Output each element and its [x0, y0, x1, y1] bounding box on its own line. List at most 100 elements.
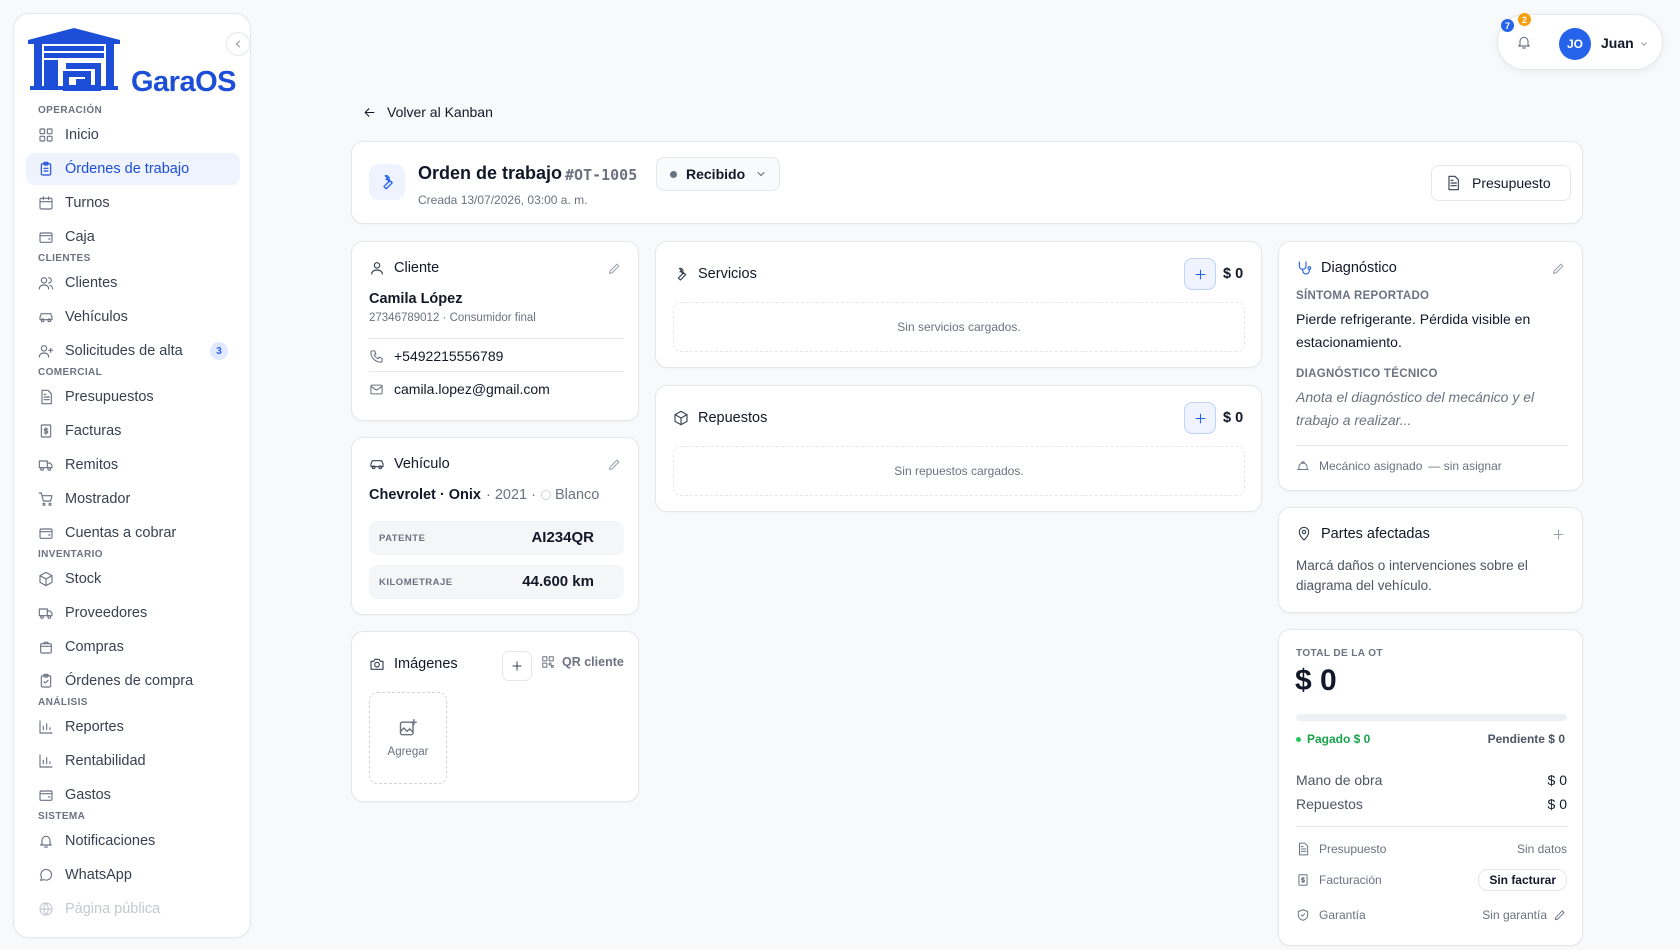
pencil-icon[interactable] [1553, 908, 1567, 922]
services-card-title: Servicios [673, 266, 757, 282]
sidebar-item-label: Proveedores [65, 605, 148, 621]
divider [1296, 826, 1567, 827]
sidebar-item-mostrador[interactable]: Mostrador [26, 483, 240, 515]
sidebar-item-label: Órdenes de compra [65, 673, 194, 689]
garaos-logo[interactable]: GaraOS [26, 26, 241, 98]
plus-icon [1195, 269, 1205, 279]
sidebar-item-ordenes-de-trabajo[interactable]: Órdenes de trabajo [26, 153, 240, 185]
plus-icon [512, 661, 522, 671]
plate-field: PATENTE AI234QR [369, 521, 624, 555]
tech-diagnosis-label: DIAGNÓSTICO TÉCNICO [1296, 368, 1438, 380]
add-image-label: Agregar [387, 746, 429, 758]
sidebar-item-solicitudes-de-alta[interactable]: Solicitudes de alta 3 [26, 335, 240, 367]
vehicle-title-label: Vehículo [394, 456, 450, 472]
sidebar-item-facturas[interactable]: Facturas [26, 415, 240, 447]
pending-amount: Pendiente $ 0 [1487, 732, 1565, 746]
client-name: Camila López [369, 291, 463, 307]
user-menu: 7 2 JO Juan [1497, 13, 1663, 70]
divider [369, 371, 624, 372]
sidebar-item-compras[interactable]: Compras [26, 631, 240, 663]
order-header-card: Orden de trabajo #OT-1005 Recibido Cread… [351, 141, 1583, 224]
truck-icon [38, 608, 53, 619]
sidebar-item-label: Reportes [65, 719, 124, 735]
avatar[interactable]: JO [1559, 28, 1591, 60]
mechanic-value: — sin asignar [1428, 459, 1502, 473]
sidebar-item-inicio[interactable]: Inicio [26, 119, 240, 151]
sidebar-item-label: Cuentas a cobrar [65, 525, 177, 541]
sidebar-item-label: Mostrador [65, 491, 131, 507]
vehicle-card: Vehículo Chevrolet · Onix · 2021 · Blanc… [351, 437, 639, 615]
services-amount: $ 0 [1223, 266, 1244, 282]
add-service-button[interactable] [1184, 258, 1216, 290]
sidebar-item-notificaciones[interactable]: Notificaciones [26, 825, 240, 857]
add-affected-part-button[interactable] [1551, 527, 1566, 542]
mechanic-assignment[interactable]: Mecánico asignado — sin asignar [1296, 459, 1502, 473]
sidebar-item-stock[interactable]: Stock [26, 563, 240, 595]
back-to-kanban-link[interactable]: Volver al Kanban [362, 104, 493, 120]
divider [1296, 445, 1567, 446]
billing-status-row[interactable]: Facturación Sin facturar [1296, 869, 1567, 891]
tech-diagnosis-placeholder[interactable]: Anota el diagnóstico del mecánico y el t… [1296, 386, 1566, 432]
sidebar-item-cuentas-a-cobrar[interactable]: Cuentas a cobrar [26, 517, 240, 549]
sidebar-item-label: Caja [65, 229, 95, 245]
vehicle-make-model: Chevrolet · Onix [369, 487, 481, 503]
payment-progress-bar [1296, 714, 1567, 721]
mileage-value: 44.600 km [522, 573, 594, 590]
vehicle-color: Blanco [554, 487, 600, 503]
labor-row: Mano de obra $ 0 [1296, 772, 1567, 788]
hard-hat-icon [1297, 461, 1309, 470]
edit-vehicle-button[interactable] [607, 457, 622, 472]
billing-status-label: Facturación [1319, 873, 1382, 887]
services-card: Servicios $ 0 Sin servicios cargados. [655, 241, 1262, 368]
images-card: Imágenes QR cliente Agregar [351, 631, 639, 802]
sidebar-item-clientes[interactable]: Clientes [26, 267, 240, 299]
add-image-button[interactable] [502, 651, 532, 681]
sidebar-item-pagina-publica[interactable]: Página pública [26, 893, 240, 925]
sidebar-item-vehiculos[interactable]: Vehículos [26, 301, 240, 333]
budget-status-row[interactable]: Presupuesto Sin datos [1296, 839, 1567, 859]
sidebar-item-rentabilidad[interactable]: Rentabilidad [26, 745, 240, 777]
add-part-button[interactable] [1184, 402, 1216, 434]
billing-status-badge[interactable]: Sin facturar [1478, 869, 1567, 891]
sidebar-item-gastos[interactable]: Gastos [26, 779, 240, 811]
wrench-icon [383, 175, 393, 190]
sidebar-item-whatsapp[interactable]: WhatsApp [26, 859, 240, 891]
qr-client-button[interactable]: QR cliente [541, 655, 624, 669]
plus-icon [1195, 413, 1205, 423]
back-link-label: Volver al Kanban [387, 104, 493, 120]
labor-value: $ 0 [1547, 772, 1567, 788]
sidebar-item-reportes[interactable]: Reportes [26, 711, 240, 743]
mail-icon [370, 384, 383, 394]
sidebar-item-presupuestos[interactable]: Presupuestos [26, 381, 240, 413]
plate-value: AI234QR [531, 529, 594, 546]
sidebar-item-ordenes-de-compra[interactable]: Órdenes de compra [26, 665, 240, 697]
shield-check-icon [1297, 909, 1309, 921]
user-dropdown-toggle[interactable] [1639, 39, 1649, 49]
sidebar-item-proveedores[interactable]: Proveedores [26, 597, 240, 629]
box-icon [39, 571, 53, 587]
sidebar-item-turnos[interactable]: Turnos [26, 187, 240, 219]
client-phone-link[interactable]: +5492215556789 [369, 348, 503, 364]
collapse-sidebar-button[interactable] [226, 32, 250, 56]
edit-client-button[interactable] [607, 261, 622, 276]
sidebar-item-label: Página pública [65, 901, 161, 917]
client-email-link[interactable]: camila.lopez@gmail.com [369, 381, 550, 397]
budget-button-label: Presupuesto [1472, 175, 1551, 191]
chevron-down-icon [1641, 42, 1647, 46]
edit-diagnosis-button[interactable] [1551, 261, 1566, 276]
diagnosis-title-label: Diagnóstico [1321, 260, 1397, 276]
sidebar-item-remitos[interactable]: Remitos [26, 449, 240, 481]
budget-button[interactable]: Presupuesto [1431, 165, 1571, 201]
bar-chart-icon [39, 720, 53, 734]
affected-parts-text: Marcá daños o intervenciones sobre el di… [1296, 558, 1528, 593]
notifications-button[interactable] [1516, 34, 1532, 50]
sidebar-item-caja[interactable]: Caja [26, 221, 240, 253]
sidebar-item-label: Facturas [65, 423, 122, 439]
warranty-status-row[interactable]: Garantía Sin garantía [1296, 905, 1567, 925]
created-date: Creada 13/07/2026, 03:00 a. m. [418, 193, 588, 207]
user-plus-icon [38, 345, 54, 358]
sidebar-item-label: Stock [65, 571, 102, 587]
status-select[interactable]: Recibido [656, 157, 780, 191]
user-name[interactable]: Juan [1601, 35, 1634, 51]
add-image-tile[interactable]: Agregar [369, 692, 447, 784]
